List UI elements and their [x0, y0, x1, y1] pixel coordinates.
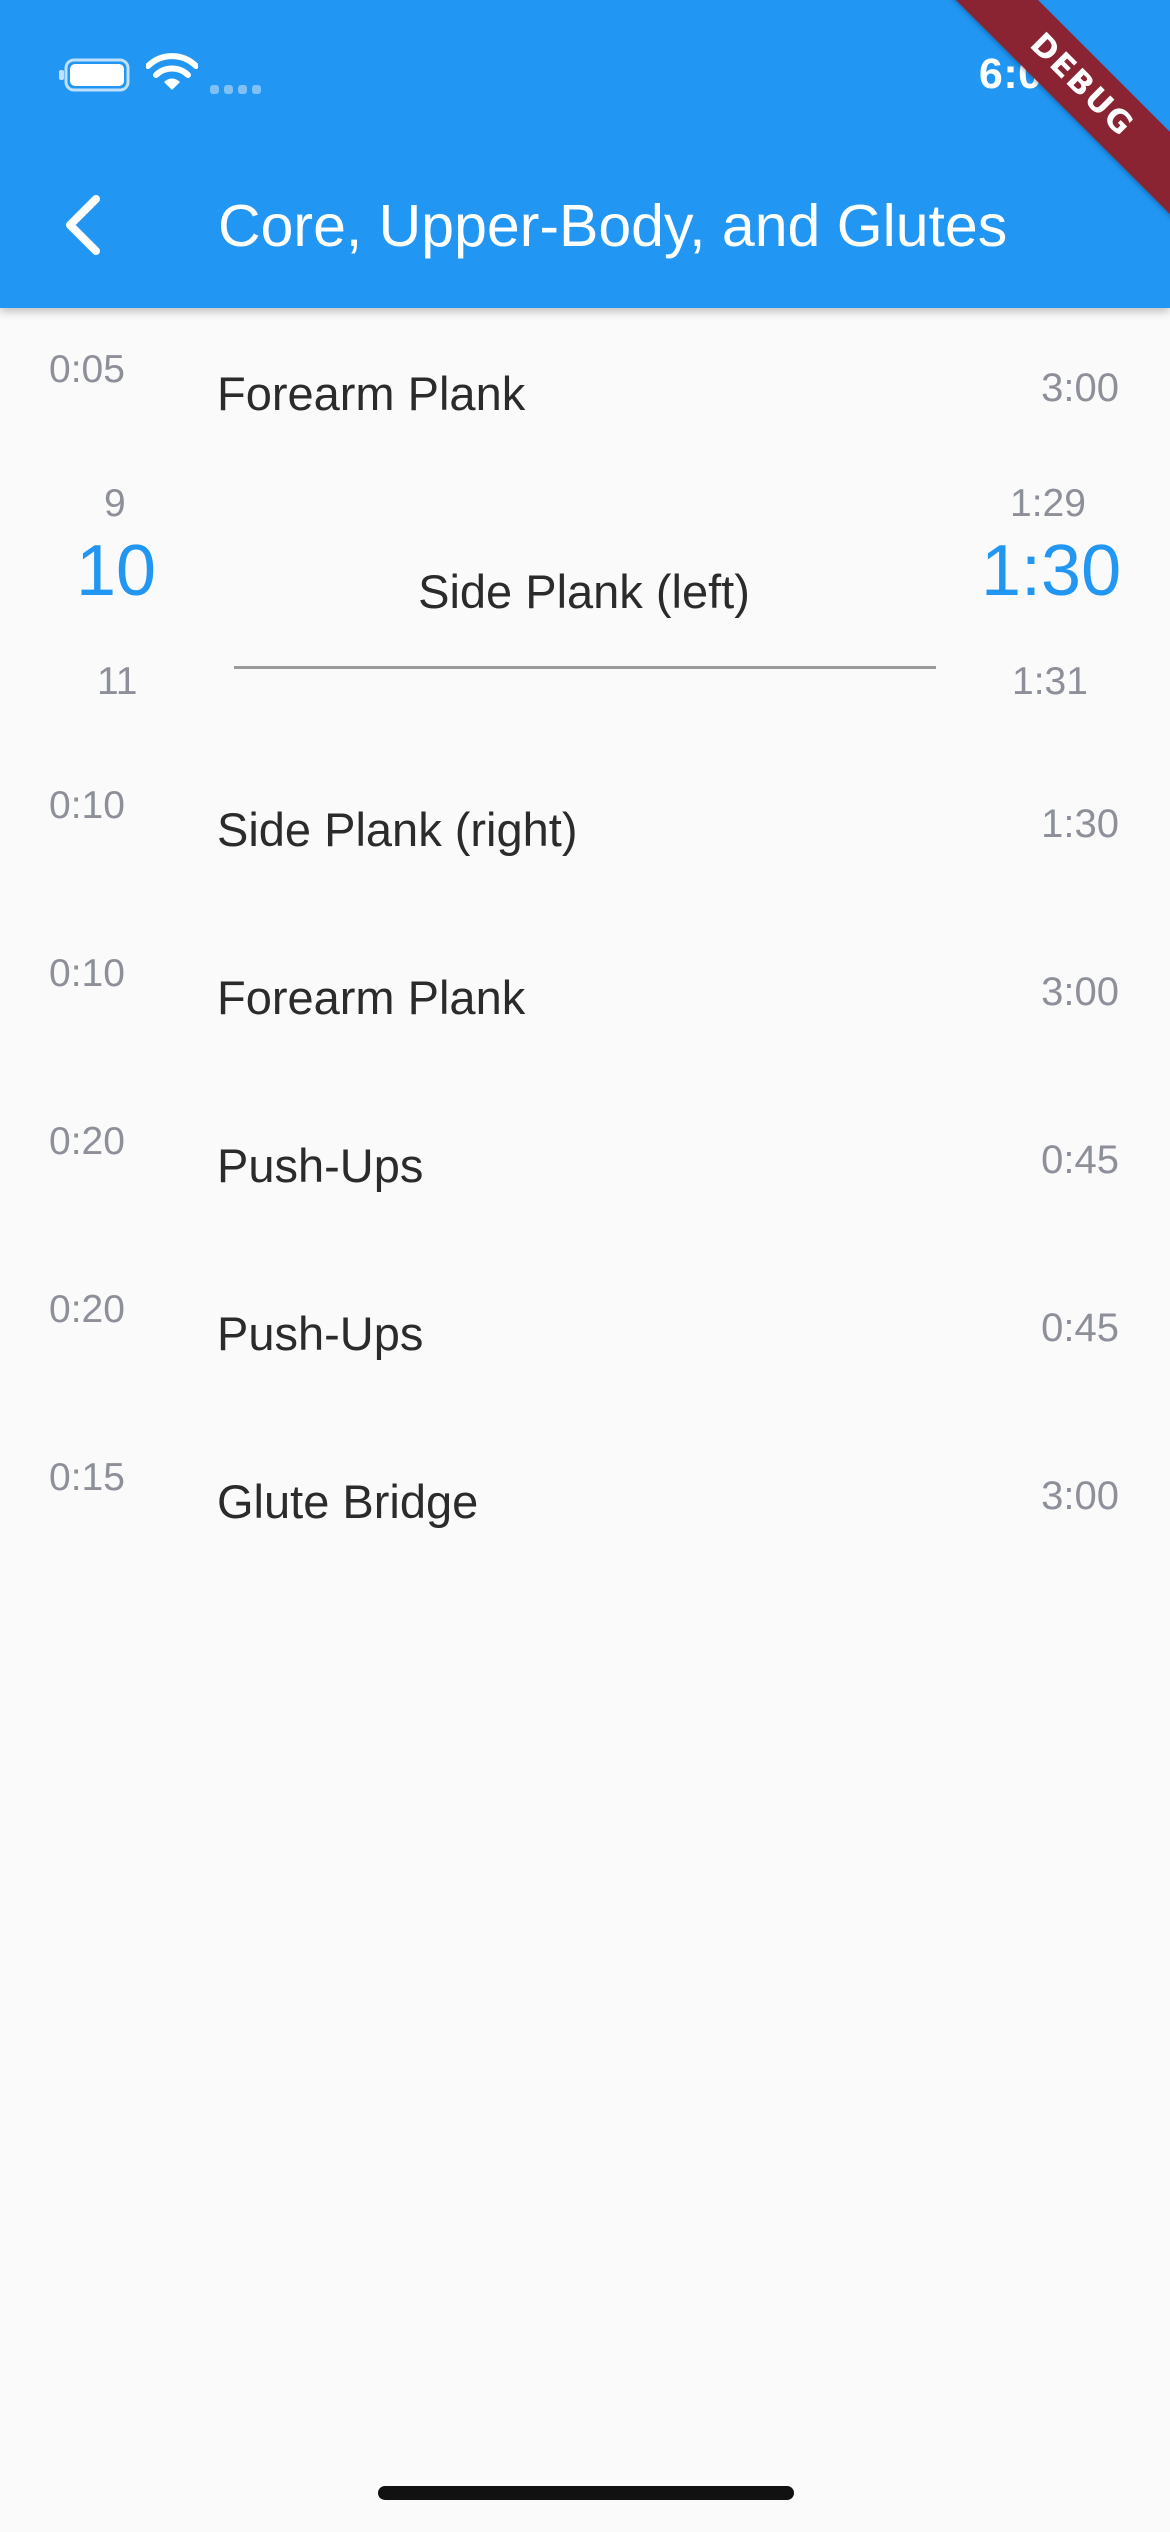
exercise-name: Push-Ups: [217, 1307, 424, 1360]
exercise-name: Side Plank (right): [217, 803, 578, 856]
rest-picker-next[interactable]: 11: [97, 660, 138, 704]
back-button[interactable]: [30, 180, 134, 270]
exercise-name: Push-Ups: [217, 1139, 424, 1192]
duration-picker-current[interactable]: 1:30: [981, 530, 1121, 612]
rest-time: 0:20: [49, 1288, 125, 1331]
app-bar: 6:03 Core, Upper-Body, and Glutes: [0, 0, 1170, 308]
signal-icon: [210, 85, 261, 94]
page-title: Core, Upper-Body, and Glutes: [218, 193, 1008, 259]
exercise-duration: 3:00: [1041, 970, 1119, 1014]
exercise-row[interactable]: 0:20 Push-Ups 0:45: [0, 1080, 1170, 1248]
rest-time: 0:10: [49, 784, 125, 827]
rest-picker-current[interactable]: 10: [76, 530, 156, 612]
exercise-name-field[interactable]: Side Plank (left): [234, 564, 934, 619]
exercise-row[interactable]: 0:20 Push-Ups 0:45: [0, 1248, 1170, 1416]
exercise-duration: 3:00: [1041, 366, 1119, 410]
exercise-row[interactable]: 0:15 Glute Bridge 3:00: [0, 1416, 1170, 1584]
exercise-duration: 3:00: [1041, 1474, 1119, 1518]
rest-picker-prev[interactable]: 9: [104, 482, 126, 526]
battery-icon: [59, 58, 130, 92]
exercise-duration: 0:45: [1041, 1138, 1119, 1182]
exercise-row-selected[interactable]: 9 10 11 Side Plank (left) 1:29 1:30 1:31: [0, 460, 1170, 720]
duration-picker-prev[interactable]: 1:29: [1010, 482, 1086, 526]
rest-time: 0:20: [49, 1120, 125, 1163]
exercise-row[interactable]: 0:10 Side Plank (right) 1:30: [0, 744, 1170, 912]
wifi-icon: [146, 53, 198, 90]
rest-time: 0:15: [49, 1456, 125, 1499]
exercise-duration: 1:30: [1041, 802, 1119, 846]
exercise-name: Forearm Plank: [217, 971, 526, 1024]
rest-time: 0:05: [49, 348, 125, 391]
exercise-row[interactable]: 0:05 Forearm Plank 3:00: [0, 308, 1170, 476]
duration-picker-next[interactable]: 1:31: [1012, 660, 1088, 704]
name-field-underline: [234, 666, 936, 669]
exercise-name: Forearm Plank: [217, 367, 526, 420]
exercise-duration: 0:45: [1041, 1306, 1119, 1350]
rest-time: 0:10: [49, 952, 125, 995]
chevron-left-icon: [66, 195, 100, 255]
exercise-row[interactable]: 0:10 Forearm Plank 3:00: [0, 912, 1170, 1080]
exercise-name: Glute Bridge: [217, 1475, 479, 1528]
home-indicator[interactable]: [378, 2486, 794, 2500]
